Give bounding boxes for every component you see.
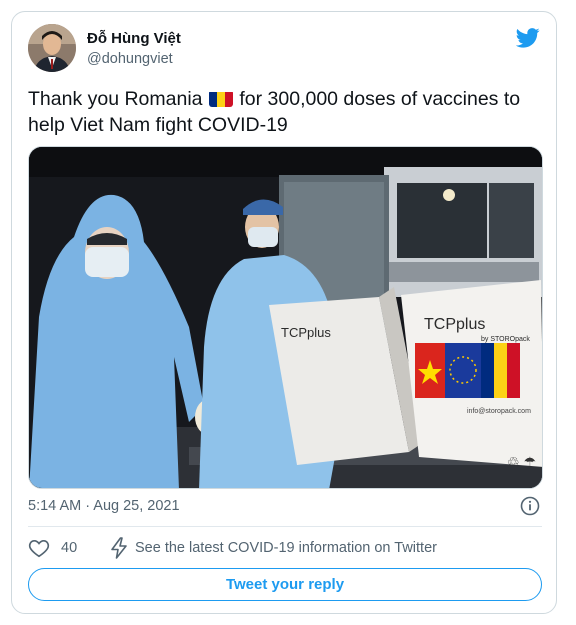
svg-text:♲ ☂: ♲ ☂ bbox=[507, 454, 536, 470]
divider bbox=[28, 526, 542, 527]
box-brand-small: TCPplus bbox=[281, 325, 331, 340]
action-bar: 40 See the latest COVID-19 information o… bbox=[28, 536, 542, 560]
avatar[interactable] bbox=[28, 24, 76, 72]
vaccine-delivery-photo: TCPplus TCPplus by STOROpack info@storop… bbox=[29, 147, 542, 488]
tweet-photo[interactable]: TCPplus TCPplus by STOROpack info@storop… bbox=[28, 146, 543, 489]
like-count[interactable]: 40 bbox=[61, 540, 77, 556]
author-handle[interactable]: @dohungviet bbox=[87, 51, 173, 67]
tweet-reply-button[interactable]: Tweet your reply bbox=[28, 568, 542, 601]
lightning-bolt-icon bbox=[111, 537, 127, 559]
info-icon[interactable] bbox=[520, 496, 540, 516]
heart-icon[interactable] bbox=[28, 537, 50, 559]
tweet-card: Đỗ Hùng Việt @dohungviet Thank you Roman… bbox=[11, 11, 557, 614]
avatar-image bbox=[28, 24, 76, 72]
tweet-text-start: Thank you Romania bbox=[28, 88, 208, 110]
box-brand-sub: by STOROpack bbox=[481, 336, 530, 343]
romania-flag-icon bbox=[208, 90, 233, 107]
twitter-bird-icon[interactable] bbox=[516, 28, 540, 48]
box-brand: TCPplus bbox=[424, 316, 485, 333]
covid-info-link[interactable]: See the latest COVID-19 information on T… bbox=[135, 540, 437, 556]
author-display-name[interactable]: Đỗ Hùng Việt bbox=[87, 30, 181, 47]
tweet-timestamp[interactable]: 5:14 AM · Aug 25, 2021 bbox=[28, 498, 180, 514]
tweet-text: Thank you Romania for 300,000 doses of v… bbox=[28, 86, 543, 138]
box-url: info@storopack.com bbox=[467, 408, 531, 415]
